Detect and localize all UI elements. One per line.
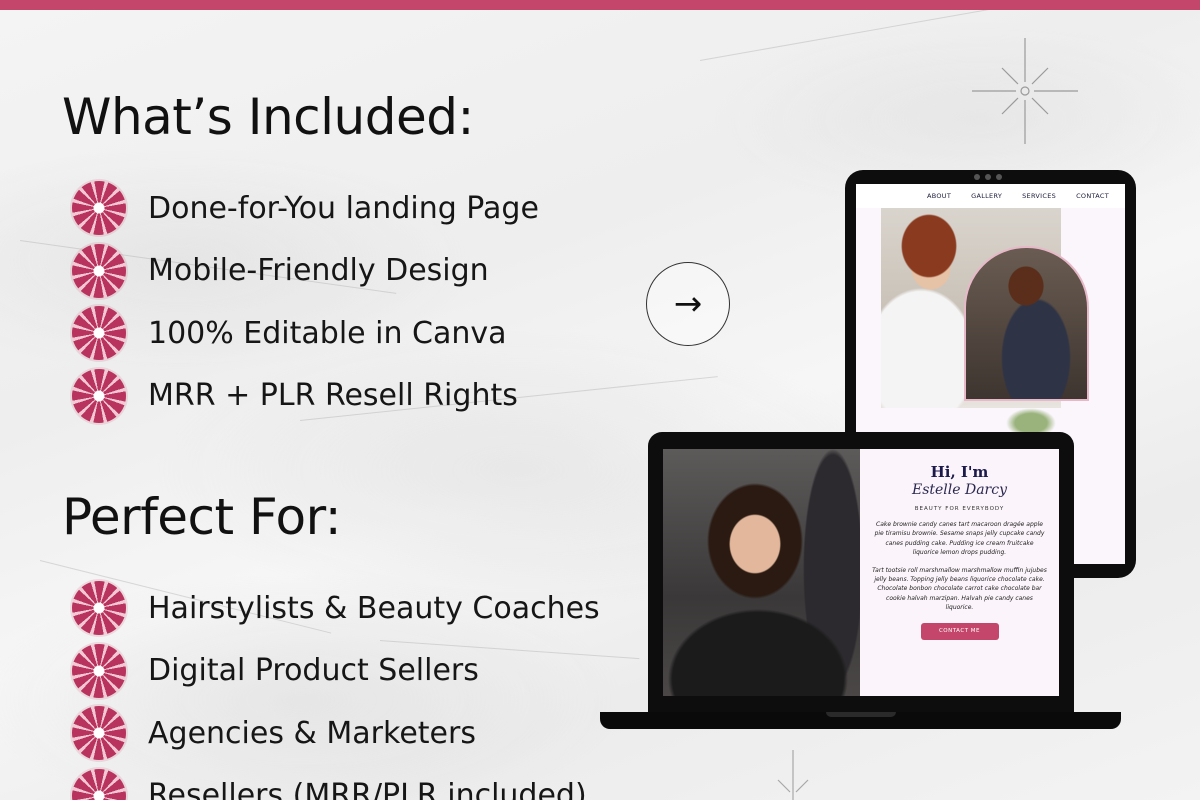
swirl-icon [72, 181, 126, 236]
list-item: Mobile-Friendly Design [72, 240, 539, 303]
tagline: BEAUTY FOR EVERYBODY [914, 506, 1005, 512]
nav-item-gallery[interactable]: GALLERY [971, 192, 1002, 208]
tablet-nav: ABOUT GALLERY SERVICES CONTACT [856, 184, 1125, 208]
swirl-icon [72, 643, 126, 698]
arrow-right-button[interactable]: → [646, 262, 730, 346]
nav-item-services[interactable]: SERVICES [1022, 192, 1056, 208]
tablet-camera [974, 174, 1002, 180]
swirl-icon [72, 368, 126, 423]
list-item-label: Resellers (MRR/PLR included) [148, 778, 587, 800]
top-accent-bar [0, 0, 1200, 10]
list-item: Hairstylists & Beauty Coaches [72, 577, 600, 640]
included-list: Done-for-You landing Page Mobile-Friendl… [72, 177, 539, 427]
swirl-icon [72, 306, 126, 361]
hairstylist-arch-photo [964, 246, 1089, 401]
list-item-label: Digital Product Sellers [148, 653, 479, 689]
list-item: Resellers (MRR/PLR included) [72, 765, 600, 800]
list-item: Done-for-You landing Page [72, 177, 539, 240]
laptop-notch [826, 712, 896, 717]
list-item: 100% Editable in Canva [72, 302, 539, 365]
arrow-right-icon: → [673, 284, 703, 324]
perfect-for-heading: Perfect For: [62, 488, 342, 546]
nav-item-contact[interactable]: CONTACT [1076, 192, 1109, 208]
swirl-icon [72, 243, 126, 298]
list-item: MRR + PLR Resell Rights [72, 365, 539, 428]
swirl-icon [72, 768, 126, 800]
list-item-label: Mobile-Friendly Design [148, 253, 489, 289]
swirl-icon [72, 706, 126, 761]
swirl-icon [72, 581, 126, 636]
laptop-screen: Hi, I'm Estelle Darcy BEAUTY FOR EVERYBO… [663, 449, 1059, 696]
list-item: Agencies & Marketers [72, 702, 600, 765]
intro-paragraph-1: Cake brownie candy canes tart macaroon d… [874, 521, 1045, 557]
nav-item-about[interactable]: ABOUT [927, 192, 951, 208]
list-item-label: MRR + PLR Resell Rights [148, 378, 518, 414]
salon-client-photo [663, 449, 860, 696]
owner-name: Estelle Darcy [911, 482, 1008, 498]
list-item-label: Done-for-You landing Page [148, 190, 539, 226]
greeting-heading: Hi, I'm [930, 463, 989, 481]
list-item: Digital Product Sellers [72, 640, 600, 703]
intro-paragraph-2: Tart tootsie roll marshmallow marshmallo… [872, 566, 1047, 612]
laptop-mockup: Hi, I'm Estelle Darcy BEAUTY FOR EVERYBO… [648, 432, 1074, 712]
sparkle-icon [972, 38, 1078, 144]
intro-content: Hi, I'm Estelle Darcy BEAUTY FOR EVERYBO… [860, 449, 1059, 696]
list-item-label: 100% Editable in Canva [148, 315, 507, 351]
list-item-label: Agencies & Marketers [148, 715, 476, 751]
list-item-label: Hairstylists & Beauty Coaches [148, 590, 600, 626]
whats-included-heading: What’s Included: [62, 88, 474, 146]
sparkle-icon [777, 750, 809, 800]
contact-me-button[interactable]: CONTACT ME [920, 622, 999, 640]
audience-list: Hairstylists & Beauty Coaches Digital Pr… [72, 577, 600, 800]
